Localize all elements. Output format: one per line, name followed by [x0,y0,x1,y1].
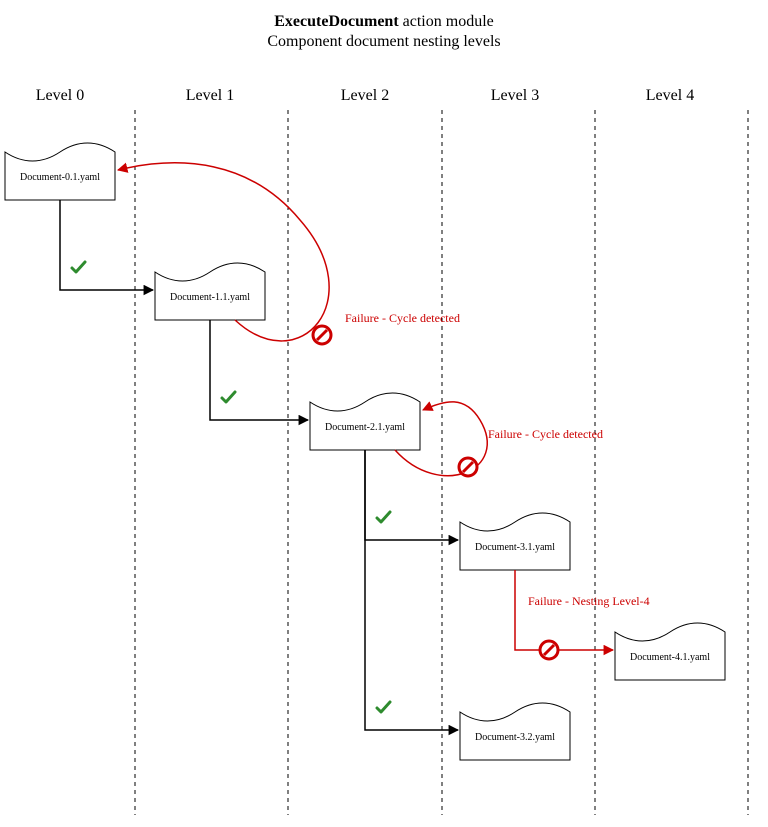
no-entry-icon [459,458,477,476]
document-3-2: Document-3.2.yaml [460,703,570,760]
failure-cycle-1-label: Failure - Cycle detected [345,311,460,325]
title-rest: action module [403,13,494,30]
document-4-1: Document-4.1.yaml [615,623,725,680]
document-1-1-label: Document-1.1.yaml [170,292,250,303]
document-1-1: Document-1.1.yaml [155,263,265,320]
document-2-1-label: Document-2.1.yaml [325,422,405,433]
document-0-1: Document-0.1.yaml [5,143,115,200]
level-3-label: Level 3 [491,87,539,104]
no-entry-icon [540,641,558,659]
arrow-d01-to-d11 [60,200,153,290]
level-1-label: Level 1 [186,87,234,104]
diagram-subtitle: Component document nesting levels [267,33,500,50]
nesting-diagram: ExecuteDocument action module Component … [0,0,768,827]
diagram-title: ExecuteDocument action module [274,13,494,30]
failure-nesting-label: Failure - Nesting Level-4 [528,594,650,608]
document-2-1: Document-2.1.yaml [310,393,420,450]
check-icon [222,392,235,402]
document-3-1: Document-3.1.yaml [460,513,570,570]
level-0-label: Level 0 [36,87,84,104]
title-bold: ExecuteDocument [274,13,399,30]
document-0-1-label: Document-0.1.yaml [20,172,100,183]
arrow-d31-to-d41-fail [515,570,613,650]
column-dividers [135,110,748,815]
document-3-2-label: Document-3.2.yaml [475,732,555,743]
document-4-1-label: Document-4.1.yaml [630,652,710,663]
arrow-d11-to-d21 [210,320,308,420]
no-entry-icon [313,326,331,344]
check-icon [377,512,390,522]
check-icon [377,702,390,712]
level-4-label: Level 4 [646,87,694,104]
level-2-label: Level 2 [341,87,389,104]
failure-cycle-2-label: Failure - Cycle detected [488,427,603,441]
check-icon [72,262,85,272]
arrow-d21-to-d32 [365,450,458,730]
document-3-1-label: Document-3.1.yaml [475,542,555,553]
